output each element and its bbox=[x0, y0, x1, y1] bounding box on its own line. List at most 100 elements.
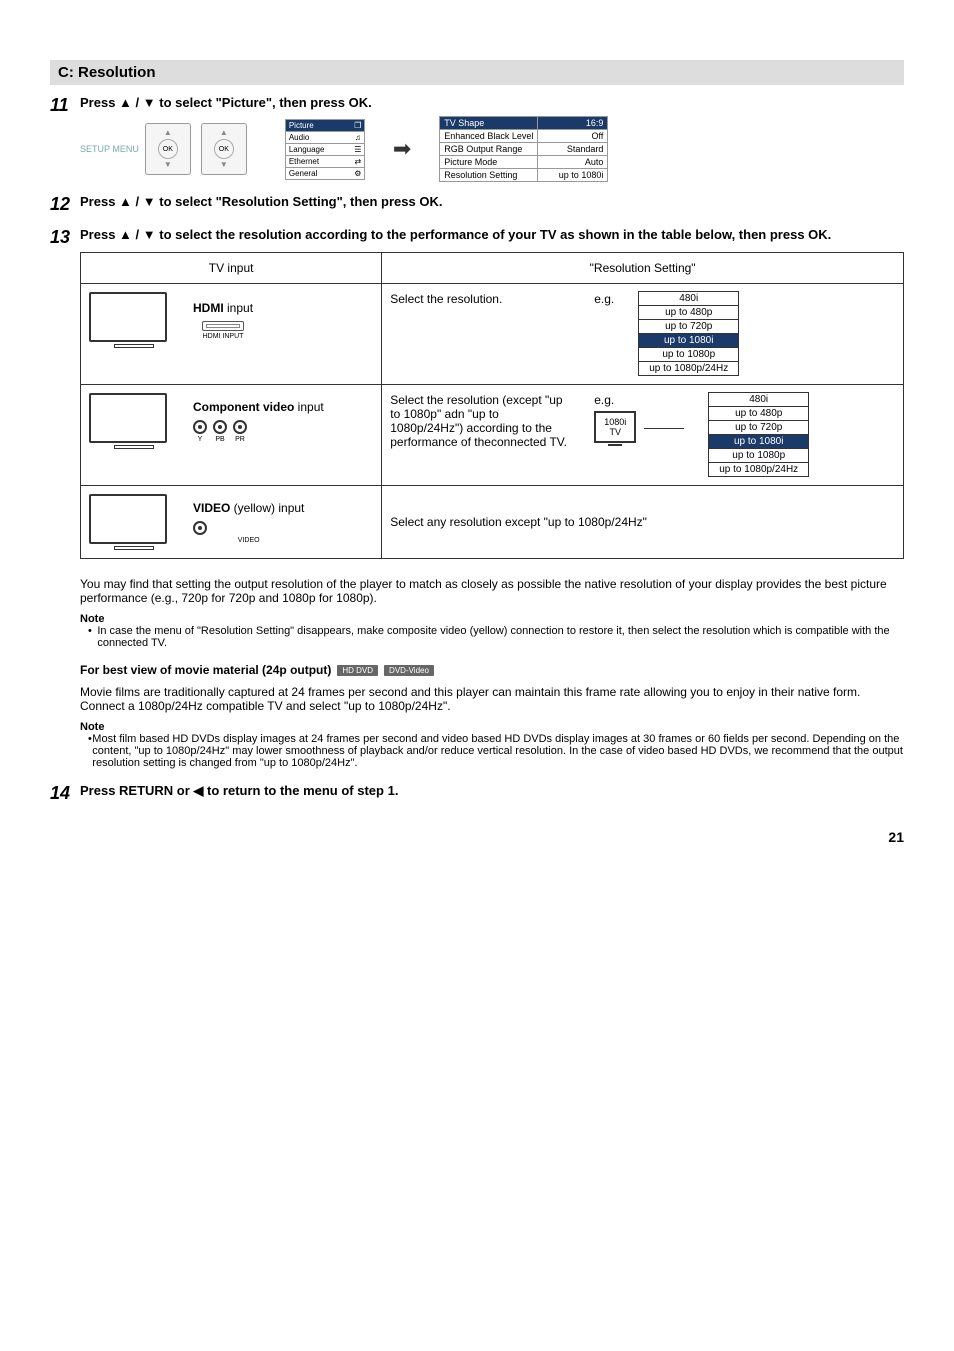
step-number: 14 bbox=[50, 783, 80, 805]
menu-graphic: SETUP MENU ▲ OK ▼ ▲ OK ▼ Picture❐Audio♫L… bbox=[80, 116, 608, 182]
tv-icon bbox=[89, 292, 179, 348]
up-icon: ▲ bbox=[119, 194, 132, 209]
ok-button-graphic: OK bbox=[158, 139, 178, 159]
port-labels: YPBPR bbox=[193, 436, 324, 443]
step-title: Press RETURN or ◀ to return to the menu … bbox=[80, 783, 904, 799]
resolution-description: Select the resolution (except "up to 108… bbox=[390, 393, 570, 449]
table-row-hdmi: HDMI input HDMI INPUT Select the resolut… bbox=[81, 284, 904, 385]
step-number: 11 bbox=[50, 95, 80, 182]
step-title: Press ▲ / ▼ to select "Picture", then pr… bbox=[80, 95, 904, 110]
dvdvideo-badge: DVD-Video bbox=[384, 665, 434, 676]
note-heading: Note bbox=[80, 721, 904, 733]
table-row-component: Component video input YPBPR Select the r… bbox=[81, 385, 904, 486]
table-header: TV input bbox=[81, 253, 382, 284]
menu-item: Picture❐ bbox=[285, 119, 365, 131]
menu-item: Audio♫ bbox=[285, 131, 365, 143]
text: / bbox=[132, 194, 143, 209]
up-icon: ▲ bbox=[119, 95, 132, 110]
step-number: 13 bbox=[50, 227, 80, 769]
menu-item: Language☰ bbox=[285, 143, 365, 155]
up-icon: ▲ bbox=[164, 129, 172, 137]
step-12: 12 Press ▲ / ▼ to select "Resolution Set… bbox=[50, 194, 904, 215]
text: Press RETURN or bbox=[80, 783, 193, 798]
tv-icon bbox=[89, 494, 179, 550]
tv-icon bbox=[89, 393, 179, 449]
text: to select "Resolution Setting", then pre… bbox=[156, 194, 443, 209]
settings-row: Resolution Settingup to 1080i bbox=[440, 169, 608, 182]
resolution-option: up to 1080i bbox=[638, 333, 739, 348]
step-11: 11 Press ▲ / ▼ to select "Picture", then… bbox=[50, 95, 904, 182]
input-label: Component video input bbox=[193, 400, 324, 414]
resolution-option: up to 720p bbox=[708, 420, 809, 435]
resolution-option: 480i bbox=[708, 392, 809, 407]
text: Press bbox=[80, 227, 119, 242]
resolution-options: 480iup to 480pup to 720pup to 1080iup to… bbox=[708, 393, 809, 477]
down-icon: ▼ bbox=[143, 227, 156, 242]
port-caption: HDMI INPUT bbox=[193, 333, 253, 340]
paragraph: Movie films are traditionally captured a… bbox=[80, 685, 904, 713]
step-13: 13 Press ▲ / ▼ to select the resolution … bbox=[50, 227, 904, 769]
resolution-table: TV input "Resolution Setting" HDMI input bbox=[80, 252, 904, 559]
resolution-option: up to 480p bbox=[708, 406, 809, 421]
port-caption: VIDEO bbox=[193, 537, 304, 544]
subheading: For best view of movie material (24p out… bbox=[80, 663, 904, 677]
resolution-option: up to 1080p bbox=[638, 347, 739, 362]
remote-dpad: ▲ OK ▼ bbox=[201, 123, 247, 175]
down-icon: ▼ bbox=[220, 161, 228, 169]
eg-label: e.g. bbox=[594, 292, 614, 306]
text: / bbox=[132, 95, 143, 110]
up-icon: ▲ bbox=[119, 227, 132, 242]
resolution-option: up to 1080p/24Hz bbox=[638, 361, 739, 376]
settings-row: Picture ModeAuto bbox=[440, 156, 608, 169]
resolution-option: up to 1080i bbox=[708, 434, 809, 449]
step-14: 14 Press RETURN or ◀ to return to the me… bbox=[50, 783, 904, 805]
resolution-option: up to 1080p bbox=[708, 448, 809, 463]
text: to select "Picture", then press OK. bbox=[156, 95, 372, 110]
arrow-right-icon: ➡ bbox=[393, 136, 411, 162]
resolution-options: 480iup to 480pup to 720pup to 1080iup to… bbox=[638, 292, 739, 376]
note-heading: Note bbox=[80, 613, 904, 625]
text: to select the resolution according to th… bbox=[156, 227, 832, 242]
setup-menu-list: Picture❐Audio♫Language☰Ethernet⇄General⚙ bbox=[285, 119, 365, 180]
picture-settings-table: TV Shape16:9Enhanced Black LevelOffRGB O… bbox=[439, 116, 608, 182]
ok-button-graphic: OK bbox=[214, 139, 234, 159]
video-port-icon bbox=[193, 521, 304, 535]
step-title: Press ▲ / ▼ to select "Resolution Settin… bbox=[80, 194, 904, 209]
table-header: "Resolution Setting" bbox=[382, 253, 904, 284]
text: / bbox=[132, 227, 143, 242]
down-icon: ▼ bbox=[164, 161, 172, 169]
left-icon: ◀ bbox=[193, 783, 203, 798]
input-label: HDMI input bbox=[193, 301, 253, 315]
down-icon: ▼ bbox=[143, 95, 156, 110]
input-label: VIDEO (yellow) input bbox=[193, 501, 304, 515]
remote-dpad: ▲ OK ▼ bbox=[145, 123, 191, 175]
text: Press bbox=[80, 194, 119, 209]
resolution-description: Select any resolution except "up to 1080… bbox=[390, 515, 895, 529]
resolution-option: up to 1080p/24Hz bbox=[708, 462, 809, 477]
note-body: •Most film based HD DVDs display images … bbox=[88, 733, 904, 769]
resolution-option: up to 720p bbox=[638, 319, 739, 334]
step-title: Press ▲ / ▼ to select the resolution acc… bbox=[80, 227, 904, 242]
text: Press bbox=[80, 95, 119, 110]
settings-row: TV Shape16:9 bbox=[440, 117, 608, 130]
page-number: 21 bbox=[50, 829, 904, 845]
setup-menu-label: SETUP MENU bbox=[80, 144, 139, 154]
menu-item: Ethernet⇄ bbox=[285, 155, 365, 167]
up-icon: ▲ bbox=[220, 129, 228, 137]
step-number: 12 bbox=[50, 194, 80, 215]
settings-row: Enhanced Black LevelOff bbox=[440, 130, 608, 143]
resolution-option: up to 480p bbox=[638, 305, 739, 320]
note-body: •In case the menu of "Resolution Setting… bbox=[88, 625, 904, 649]
resolution-description: Select the resolution. bbox=[390, 292, 570, 306]
cable-line-icon bbox=[644, 428, 684, 429]
menu-item: General⚙ bbox=[285, 167, 365, 180]
fine-print: You may find that setting the output res… bbox=[80, 577, 904, 605]
section-header: C: Resolution bbox=[50, 60, 904, 85]
text: to return to the menu of step 1. bbox=[203, 783, 398, 798]
hddvd-badge: HD DVD bbox=[337, 665, 378, 676]
component-ports-icon bbox=[193, 420, 324, 434]
hdmi-port-icon bbox=[202, 321, 244, 331]
table-row-video: VIDEO (yellow) input VIDEO Select any re… bbox=[81, 486, 904, 559]
tv-small-icon: 1080i TV bbox=[594, 411, 636, 446]
resolution-option: 480i bbox=[638, 291, 739, 306]
